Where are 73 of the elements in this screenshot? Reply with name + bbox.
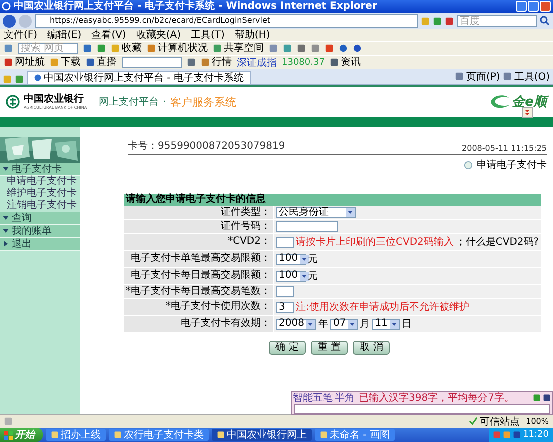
command-button[interactable]: 页面(P) xyxy=(466,70,500,84)
clock: 11:20 xyxy=(523,430,549,440)
unit-label: 元 xyxy=(308,253,318,266)
dropdown[interactable]: 07 xyxy=(330,318,358,330)
toolbar-button[interactable]: 网址航 xyxy=(15,57,45,68)
system-name: 客户服务系统 xyxy=(170,94,236,110)
command-button[interactable]: 工具(O) xyxy=(514,70,550,84)
toolbar-button[interactable]: 共享空间 xyxy=(224,43,264,54)
unit-label: 年 xyxy=(318,318,328,331)
taskbar-button[interactable]: 中国农业银行网上 xyxy=(212,429,312,441)
menu-item[interactable]: 收藏夹(A) xyxy=(136,30,181,40)
toolbar-button[interactable]: 收藏 xyxy=(122,43,142,54)
toolbar-button[interactable]: 直播 xyxy=(97,57,117,68)
menu-item[interactable]: 文件(F) xyxy=(4,30,38,40)
hint-text: 注:使用次数在申请成功后不允许被维护 xyxy=(296,300,470,314)
sidebar-item[interactable]: 申请电子支付卡 xyxy=(0,176,80,188)
bank-name: 中国农业银行 xyxy=(24,94,85,104)
security-zone: 可信站点 xyxy=(480,416,520,428)
unit-label: 月 xyxy=(360,318,370,331)
toolbar-button[interactable]: 下载 xyxy=(61,57,81,68)
sidebar-section[interactable]: 我的账单 xyxy=(0,225,80,238)
toolbar-button[interactable]: 资讯 xyxy=(340,57,361,68)
sidebar-item[interactable]: 注销电子支付卡 xyxy=(0,200,80,212)
dropdown[interactable]: 100 xyxy=(276,270,306,282)
brand-logo: 金e顺 xyxy=(512,94,547,111)
input-field[interactable]: 3 xyxy=(276,302,294,312)
form-heading: 请输入您申请电子支付卡的信息 xyxy=(124,194,542,206)
field-label: 证件类型： xyxy=(124,206,274,220)
menu-item[interactable]: 帮助(H) xyxy=(234,30,270,40)
field-label: *CVD2： xyxy=(124,234,274,250)
address-field[interactable]: https://easyabc.95599.cn/b2c/ecard/ECardLoginServlet xyxy=(35,14,418,28)
taskbar-button[interactable]: 未命名 - 画图 xyxy=(315,429,395,441)
form-button[interactable]: 重 置 xyxy=(310,341,348,355)
zoom-level[interactable]: 100% xyxy=(526,417,549,426)
sidebar-section[interactable]: 查询 xyxy=(0,212,80,225)
index-value: 13080.37 xyxy=(282,58,325,68)
help-link[interactable]: ；什么是CVD2码? xyxy=(456,235,540,249)
dropdown[interactable]: 公民身份证 xyxy=(276,207,356,218)
dropdown[interactable]: 11 xyxy=(372,318,400,330)
sidebar-section[interactable]: 退出 xyxy=(0,238,80,251)
ime-width[interactable]: 半角 xyxy=(335,391,355,405)
unit-label: 元 xyxy=(308,270,318,283)
sidebar-section[interactable]: 电子支付卡 xyxy=(0,163,80,176)
taskbar-button[interactable]: 招办上线 xyxy=(46,429,106,441)
menu-item[interactable]: 工具(T) xyxy=(191,30,225,40)
dropdown[interactable]: 2008 xyxy=(276,318,316,330)
toolbar-button[interactable]: 行情 xyxy=(212,57,232,68)
separator-dot: · xyxy=(163,96,166,108)
field-label: *电子支付卡每日最高交易笔数： xyxy=(124,284,274,298)
toolbar-button[interactable]: 计算机状况 xyxy=(158,43,208,54)
browser-tab[interactable]: 中国农业银行网上支付平台 - 电子支付卡系统 xyxy=(27,71,251,84)
date-time: 2008-05-11 11:15:25 xyxy=(462,144,547,153)
platform-name: 网上支付平台 xyxy=(99,96,160,109)
window-title: 中国农业银行网上支付平台 - 电子支付卡系统 - Windows Internet Explorer xyxy=(14,0,378,12)
field-label: 电子支付卡每日最高交易限额： xyxy=(124,268,274,284)
ime-mode[interactable]: 智能五笔 xyxy=(293,391,333,405)
hint-text: 请按卡片上印刷的三位CVD2码输入 xyxy=(296,236,454,249)
form-button[interactable]: 确 定 xyxy=(268,341,306,355)
field-label: *电子支付卡使用次数： xyxy=(124,298,274,316)
unit-label: 日 xyxy=(402,318,412,331)
card-number: 卡号：95599000872053079819 xyxy=(128,140,286,153)
menu-item[interactable]: 编辑(E) xyxy=(48,30,82,40)
ime-message: 已输入汉字398字，平均每分7字。 xyxy=(359,392,514,405)
menu-item[interactable]: 查看(V) xyxy=(92,30,126,40)
field-label: 电子支付卡有效期： xyxy=(124,316,274,332)
dropdown[interactable]: 100 xyxy=(276,254,306,264)
index-name: 深证成指 xyxy=(237,56,277,70)
page-title: 申请电子支付卡 xyxy=(477,158,547,172)
form-button[interactable]: 取 消 xyxy=(353,341,390,355)
field-label: 证件号码： xyxy=(124,220,274,234)
field-label: 电子支付卡单笔最高交易限额： xyxy=(124,250,274,268)
taskbar-button[interactable]: 农行电子支付卡类 xyxy=(109,429,209,441)
sidebar-item[interactable]: 维护电子支付卡 xyxy=(0,188,80,200)
